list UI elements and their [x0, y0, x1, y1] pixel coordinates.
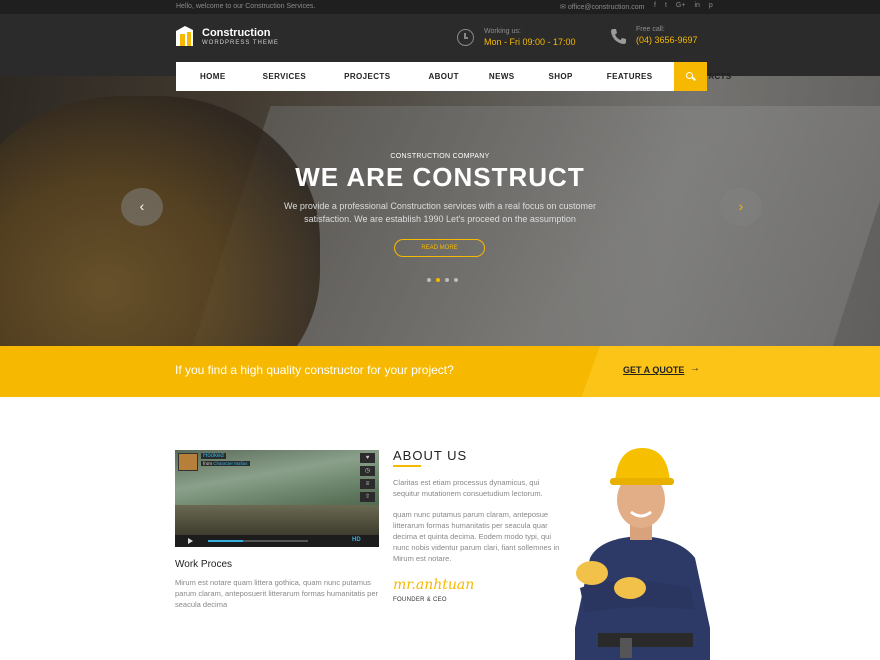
arrow-right-icon[interactable]: →	[690, 363, 700, 374]
slider-dot[interactable]	[427, 278, 431, 282]
like-icon[interactable]: ♥	[360, 453, 375, 463]
facebook-icon[interactable]: f	[654, 2, 656, 9]
video-author-avatar[interactable]	[178, 453, 198, 471]
working-hours-value: Mon - Fri 09:00 - 17:00	[484, 37, 576, 47]
work-process-title: Work Proces	[175, 559, 233, 570]
founder-role: FOUNDER & CEO	[393, 597, 447, 603]
social-links: f t G+ in p	[654, 2, 713, 9]
nav-news[interactable]: NEWS	[489, 72, 515, 81]
video-progress-bar[interactable]	[208, 540, 308, 542]
about-paragraph-2: quam nunc putamus parum claram, anteposu…	[393, 510, 560, 563]
watch-later-icon[interactable]: ◷	[360, 466, 375, 476]
get-a-quote-button[interactable]: GET A QUOTE	[623, 365, 684, 375]
quote-banner: If you find a high quality constructor f…	[0, 346, 880, 397]
slider-dot[interactable]	[454, 278, 458, 282]
twitter-icon[interactable]: t	[665, 2, 667, 9]
working-hours-label: Working us:	[484, 28, 521, 35]
search-button[interactable]	[674, 62, 707, 91]
email-link[interactable]: ✉ office@construction.com	[560, 3, 644, 11]
slider-dot[interactable]	[445, 278, 449, 282]
video-control-bar: HD	[175, 535, 379, 547]
slider-dots	[427, 278, 458, 282]
svg-text:mr.anhtuan: mr.anhtuan	[393, 577, 474, 593]
phone-number[interactable]: (04) 3656-9697	[636, 35, 698, 45]
nav-about[interactable]: ABOUT	[428, 72, 458, 81]
slider-prev-button[interactable]: ‹	[121, 188, 163, 226]
about-title: ABOUT US	[393, 448, 468, 463]
clock-icon	[457, 29, 474, 46]
about-paragraph-1: Claritas est etiam processus dynamicus, …	[393, 478, 543, 498]
play-icon[interactable]	[188, 538, 193, 544]
video-side-controls: ♥ ◷ ≡ ⇧	[360, 453, 375, 502]
nav-projects[interactable]: PROJECTS	[344, 72, 390, 81]
share-icon[interactable]: ⇧	[360, 492, 375, 502]
brand-title[interactable]: Construction	[202, 27, 270, 39]
top-bar: Hello, welcome to our Construction Servi…	[0, 0, 880, 14]
chevron-left-icon: ‹	[139, 198, 145, 214]
chevron-right-icon: ›	[738, 198, 744, 214]
nav-features[interactable]: FEATURES	[607, 72, 653, 81]
hero-kicker: CONSTRUCTION COMPANY	[390, 153, 490, 160]
nav-home[interactable]: HOME	[200, 72, 226, 81]
phone-icon	[611, 29, 626, 44]
logo-icon[interactable]	[176, 26, 193, 46]
slider-dot-active[interactable]	[436, 278, 440, 282]
hero-description: We provide a professional Construction s…	[284, 201, 596, 224]
about-title-underline	[393, 465, 421, 467]
email-text: office@construction.com	[567, 4, 645, 11]
collections-icon[interactable]: ≡	[360, 479, 375, 489]
brand-subtitle: WORDPRESS THEME	[202, 40, 279, 46]
construction-worker-image	[575, 448, 710, 660]
hero-slider: CONSTRUCTION COMPANY WE ARE CONSTRUCT We…	[0, 76, 880, 346]
main-nav: HOME SERVICES PROJECTS ABOUT NEWS SHOP F…	[176, 62, 731, 91]
video-player[interactable]: Hooked from Character Mafias ♥ ◷ ≡ ⇧ HD	[175, 450, 379, 547]
free-call-label: Free call:	[636, 26, 665, 33]
work-process-text: Mirum est notare quam littera gothica, q…	[175, 578, 378, 609]
welcome-text: Hello, welcome to our Construction Servi…	[176, 3, 316, 10]
hd-badge[interactable]: HD	[352, 537, 361, 543]
googleplus-icon[interactable]: G+	[676, 2, 686, 9]
read-more-button[interactable]: READ MORE	[394, 239, 485, 257]
video-title[interactable]: Hooked	[201, 453, 226, 459]
quote-text: If you find a high quality constructor f…	[175, 363, 454, 377]
video-author: from Character Mafias	[201, 461, 250, 466]
linkedin-icon[interactable]: in	[694, 2, 699, 9]
pinterest-icon[interactable]: p	[709, 2, 713, 9]
slider-next-button[interactable]: ›	[720, 188, 762, 226]
nav-services[interactable]: SERVICES	[263, 72, 307, 81]
nav-shop[interactable]: SHOP	[549, 72, 573, 81]
founder-signature: mr.anhtuan	[393, 577, 474, 593]
